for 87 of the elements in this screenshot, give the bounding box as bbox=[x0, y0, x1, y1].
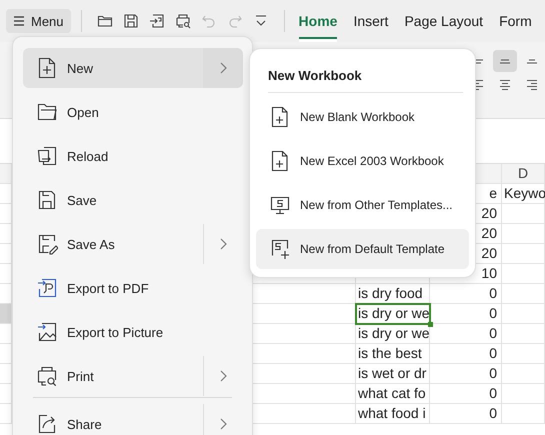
save-as-icon bbox=[36, 233, 58, 255]
row-header[interactable] bbox=[0, 264, 12, 284]
ribbon-tab[interactable]: Insert bbox=[353, 0, 388, 42]
table-cell bbox=[502, 324, 545, 344]
new-file-icon bbox=[36, 57, 58, 79]
row-header[interactable] bbox=[0, 404, 12, 424]
table-cell: 0 bbox=[430, 404, 502, 424]
new-file-icon bbox=[270, 150, 290, 172]
table-cell: is wet or dr bbox=[356, 364, 430, 384]
menu-item[interactable]: Reload bbox=[23, 136, 242, 176]
new-file-icon bbox=[270, 106, 290, 128]
align-center-icon bbox=[499, 79, 511, 91]
print-preview-icon bbox=[36, 365, 58, 387]
table-cell bbox=[502, 204, 545, 224]
table-cell: 0 bbox=[430, 344, 502, 364]
table-cell: is dry or we bbox=[356, 324, 430, 344]
table-cell: 0 bbox=[430, 284, 502, 304]
table-cell: 0 bbox=[430, 364, 502, 384]
print-preview-icon bbox=[174, 13, 191, 29]
export-icon bbox=[148, 13, 165, 29]
folder-icon bbox=[96, 13, 113, 29]
row-header[interactable] bbox=[0, 244, 12, 264]
align-right-icon bbox=[526, 79, 538, 91]
row-header[interactable] bbox=[0, 304, 12, 324]
export-picture-icon bbox=[36, 321, 58, 343]
table-cell bbox=[502, 304, 545, 324]
align-button[interactable] bbox=[493, 50, 517, 72]
menu-item[interactable]: Export to Picture bbox=[23, 312, 242, 352]
submenu-item[interactable]: New from Default Template bbox=[256, 229, 469, 269]
table-cell bbox=[502, 284, 545, 304]
table-cell bbox=[502, 244, 545, 264]
menu-item[interactable]: Save As bbox=[23, 224, 242, 264]
save-icon bbox=[122, 13, 139, 29]
table-cell bbox=[502, 384, 545, 404]
export-pdf-icon bbox=[36, 277, 58, 299]
column-header[interactable]: D bbox=[502, 164, 545, 184]
table-cell bbox=[502, 344, 545, 364]
table-cell: 0 bbox=[430, 324, 502, 344]
menu-item[interactable]: Export to PDF bbox=[23, 268, 242, 308]
align-middle-icon bbox=[499, 58, 511, 64]
table-cell: Keywo bbox=[502, 184, 545, 204]
row-header[interactable] bbox=[0, 324, 12, 344]
redo-icon bbox=[226, 13, 243, 29]
template-icon bbox=[270, 238, 290, 260]
table-cell: is dry or we bbox=[356, 304, 430, 324]
table-cell: is the best bbox=[356, 344, 430, 364]
table-cell bbox=[502, 264, 545, 284]
chevron-right-icon bbox=[219, 238, 227, 250]
select-all-corner[interactable] bbox=[0, 164, 12, 184]
row-header[interactable] bbox=[0, 184, 12, 204]
chevron-right-icon bbox=[219, 62, 227, 74]
menu-item[interactable]: Open bbox=[23, 92, 242, 132]
table-cell: 0 bbox=[430, 384, 502, 404]
table-cell: 0 bbox=[430, 304, 502, 324]
ribbon-tab[interactable]: Home bbox=[298, 0, 338, 42]
folder-icon bbox=[36, 101, 58, 123]
table-cell: what cat fo bbox=[356, 384, 430, 404]
table-cell: what food i bbox=[356, 404, 430, 424]
menu-item[interactable]: Share bbox=[23, 404, 242, 435]
submenu-item[interactable]: New Blank Workbook bbox=[256, 97, 469, 137]
menu-item[interactable]: New bbox=[23, 48, 242, 88]
undo-icon bbox=[200, 13, 217, 29]
menu-button[interactable]: Menu bbox=[6, 9, 71, 33]
table-cell bbox=[502, 224, 545, 244]
row-header[interactable] bbox=[0, 384, 12, 404]
table-cell bbox=[502, 364, 545, 384]
save-icon bbox=[36, 189, 58, 211]
chevron-right-icon bbox=[219, 370, 227, 382]
monitor-icon bbox=[270, 194, 290, 216]
ribbon-tab[interactable]: Page Layout bbox=[404, 0, 484, 42]
menu-item[interactable]: Print bbox=[23, 356, 242, 396]
row-header[interactable] bbox=[0, 364, 12, 384]
row-header[interactable] bbox=[0, 204, 12, 224]
reload-icon bbox=[36, 145, 58, 167]
ribbon-tab[interactable]: Form bbox=[499, 0, 532, 42]
table-cell bbox=[502, 404, 545, 424]
chevron-right-icon bbox=[219, 418, 227, 430]
align-bottom-icon bbox=[526, 58, 538, 64]
row-header[interactable] bbox=[0, 284, 12, 304]
menu-icon bbox=[13, 15, 25, 27]
row-header[interactable] bbox=[0, 224, 12, 244]
submenu-title: New Workbook bbox=[268, 68, 363, 83]
menu-item[interactable]: Save bbox=[23, 180, 242, 220]
row-header[interactable] bbox=[0, 344, 12, 364]
submenu-item[interactable]: New Excel 2003 Workbook bbox=[256, 141, 469, 181]
share-icon bbox=[36, 413, 58, 435]
table-cell: is dry food bbox=[356, 284, 430, 304]
